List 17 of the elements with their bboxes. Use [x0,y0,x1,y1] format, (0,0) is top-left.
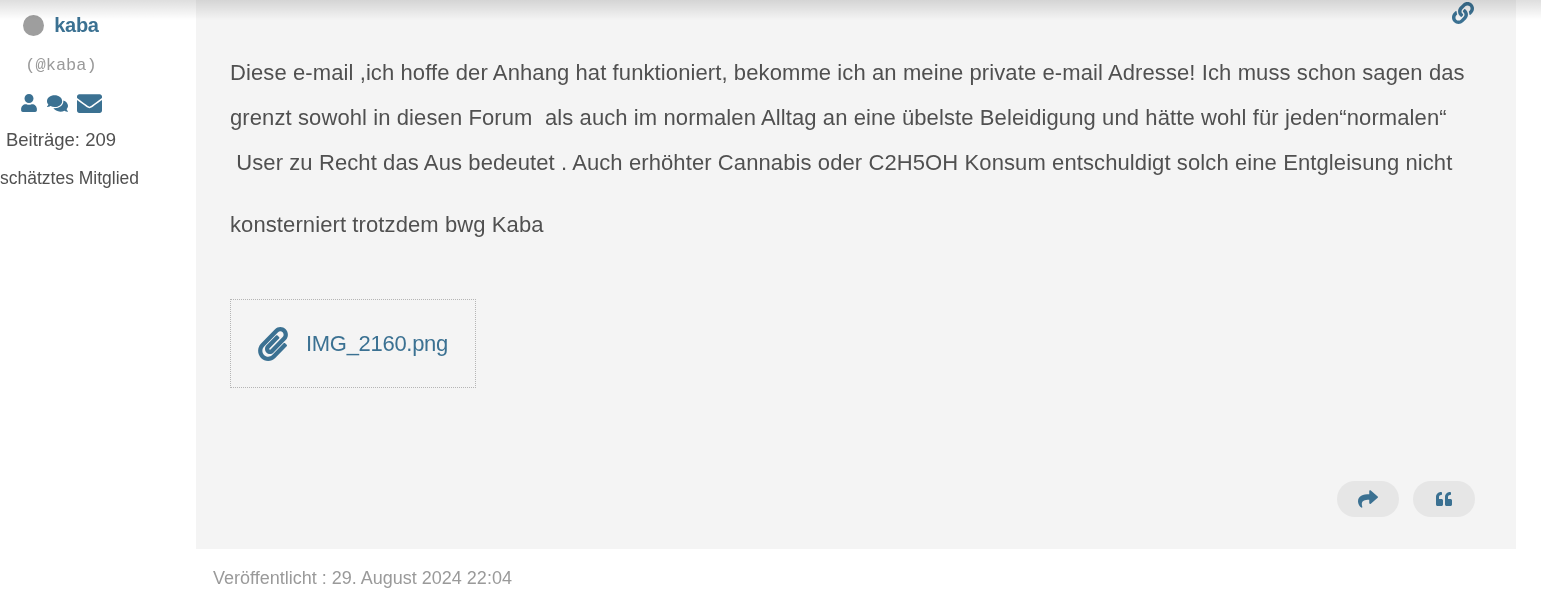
attachment-filename[interactable]: IMG_2160.png [306,330,448,357]
published-date: Veröffentlicht : 29. August 2024 22:04 [213,567,512,590]
user-icon[interactable] [20,94,38,112]
user-handle: (@kaba) [25,55,97,77]
username-link[interactable]: kaba [54,12,99,38]
post-paragraph: Diese e-mail ,ich hoffe der Anhang hat funktioniert, bekomme ich an meine private e-mail Adresse! Ich muss schon sagen das grenzt sowohl in diesen Forum als auch im normalen Alltag an eine übelste Beleidigung und hätte wohl für jeden“normalen“ User zu Recht das Aus bedeutet . Auch erhöhter Cannabis oder C2H5OH Konsum entschuldigt solch eine Entgleisung nicht [230,59,1466,177]
post-count: Beiträge: 209 [5,128,117,152]
quote-button[interactable] [1413,481,1475,517]
share-button[interactable] [1337,481,1399,517]
paperclip-icon [256,326,290,361]
post-paragraph: konsterniert trotzdem bwg Kaba [230,211,545,239]
user-rank: schätztes Mitglied [0,167,140,190]
share-arrow-icon [1358,489,1378,509]
attachment-link[interactable]: IMG_2160.png [230,299,476,388]
chat-bubbles-icon[interactable] [47,92,68,114]
link-icon[interactable] [1452,2,1474,24]
quote-icon [1436,491,1452,507]
